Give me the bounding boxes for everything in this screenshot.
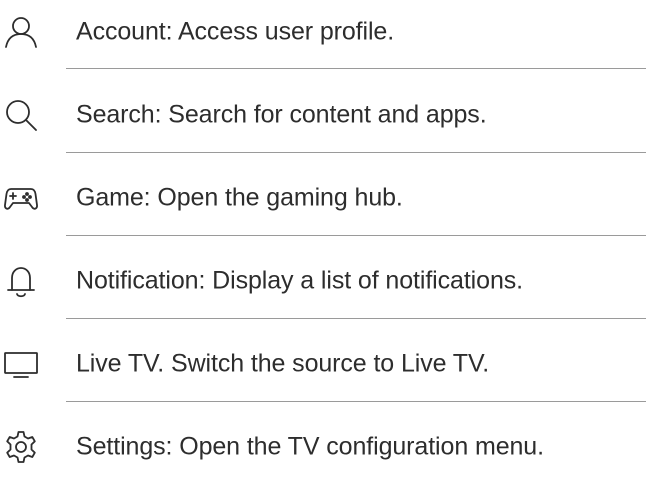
bell-icon — [4, 264, 38, 298]
tv-icon — [4, 347, 38, 381]
search-label: Search: Search for content and apps. — [76, 100, 487, 129]
list-item-live-tv: Live TV. Switch the source to Live TV. — [0, 334, 646, 394]
account-label: Account: Access user profile. — [76, 17, 395, 46]
feature-list: Account: Access user profile. Search: Se… — [0, 0, 646, 483]
list-item-game: Game: Open the gaming hub. — [0, 168, 646, 228]
list-item-search: Search: Search for content and apps. — [0, 85, 646, 145]
search-icon — [4, 98, 38, 132]
divider — [66, 235, 646, 236]
gamepad-icon — [4, 181, 38, 215]
divider — [66, 68, 646, 69]
divider — [66, 152, 646, 153]
gear-icon — [4, 430, 38, 464]
live-tv-label: Live TV. Switch the source to Live TV. — [76, 349, 490, 378]
list-item-notification: Notification: Display a list of notifica… — [0, 251, 646, 311]
account-icon — [4, 15, 38, 49]
game-label: Game: Open the gaming hub. — [76, 183, 403, 212]
list-item-account: Account: Access user profile. — [0, 2, 646, 62]
divider — [66, 401, 646, 402]
divider — [66, 318, 646, 319]
list-item-settings: Settings: Open the TV configuration menu… — [0, 417, 646, 477]
settings-label: Settings: Open the TV configuration menu… — [76, 432, 544, 461]
notification-label: Notification: Display a list of notifica… — [76, 266, 523, 295]
